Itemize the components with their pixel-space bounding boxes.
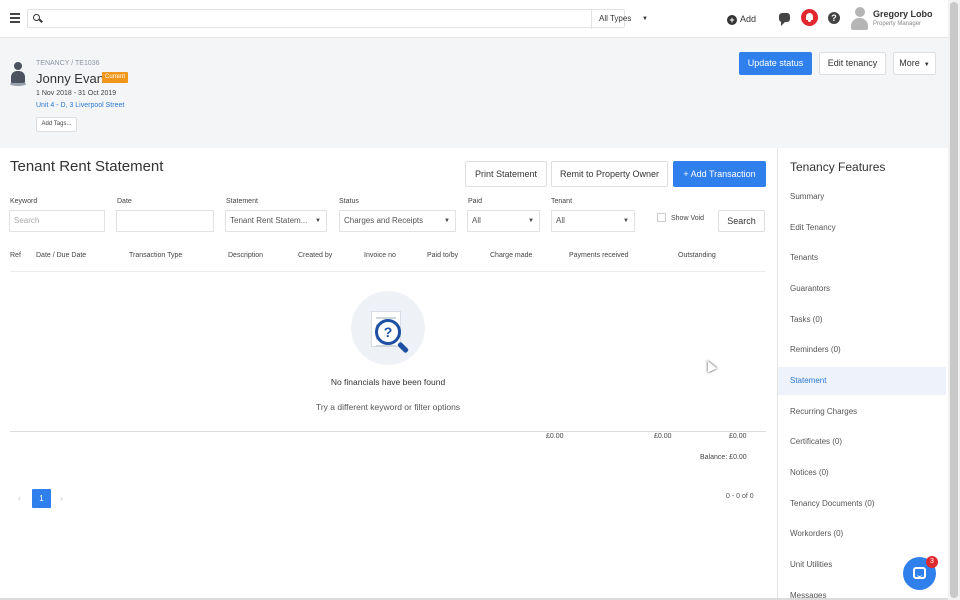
tenant-select-value: All: [556, 216, 565, 225]
search-button[interactable]: Search: [718, 210, 765, 232]
user-name[interactable]: Gregory Lobo: [873, 9, 933, 19]
pager-prev-button[interactable]: ‹: [18, 493, 21, 503]
balance: Balance: £0.00: [700, 454, 747, 461]
column-header[interactable]: Description: [228, 252, 263, 259]
chevron-down-icon: ▼: [315, 218, 321, 224]
property-address-link[interactable]: Unit 4 - D, 3 Liverpool Street: [36, 102, 124, 109]
total-outstanding: £0.00: [729, 433, 747, 440]
tenant-name: Jonny Evans: [36, 71, 111, 86]
top-bar: All Types ▼ + Add ? Gregory Lobo Property…: [0, 0, 948, 38]
status-label: Status: [339, 198, 359, 205]
help-icon[interactable]: ?: [828, 12, 840, 24]
sidebar-item-tenancy-documents[interactable]: Tenancy Documents (0): [778, 490, 946, 518]
add-tags-button[interactable]: Add Tags...: [36, 117, 77, 132]
tenant-label: Tenant: [551, 198, 573, 205]
sidebar-item-statement[interactable]: Statement: [778, 367, 946, 395]
show-void-label: Show Void: [671, 215, 705, 222]
avatar[interactable]: [851, 7, 868, 30]
date-label: Date: [117, 198, 132, 205]
tenancy-dates: 1 Nov 2018 - 31 Oct 2019: [36, 90, 117, 97]
checkbox-icon: [657, 213, 666, 222]
chevron-down-icon: ▼: [923, 62, 930, 68]
mouse-cursor: [703, 358, 717, 373]
paid-select[interactable]: All ▼: [467, 210, 540, 232]
column-header[interactable]: Ref: [10, 252, 21, 259]
total-charge-made: £0.00: [546, 433, 564, 440]
page-title: Tenant Rent Statement: [10, 158, 164, 175]
chevron-down-icon: ▼: [642, 16, 648, 22]
chevron-down-icon: ▼: [444, 218, 450, 224]
sidebar-item-recurring-charges[interactable]: Recurring Charges: [778, 398, 946, 426]
more-button-label: More: [899, 58, 920, 68]
divider: [10, 431, 766, 432]
add-button[interactable]: + Add: [727, 12, 756, 26]
keyword-input[interactable]: Search: [9, 210, 105, 232]
breadcrumb[interactable]: TENANCY / TE1036: [36, 60, 100, 67]
chevron-down-icon: ▼: [623, 218, 629, 224]
column-header[interactable]: Payments received: [569, 252, 629, 259]
sidebar-item-guarantors[interactable]: Guarantors: [778, 275, 946, 303]
remit-to-owner-button[interactable]: Remit to Property Owner: [551, 161, 668, 187]
sidebar-item-edit-tenancy[interactable]: Edit Tenancy: [778, 214, 946, 242]
sidebar-item-notices[interactable]: Notices (0): [778, 459, 946, 487]
sidebar-item-workorders[interactable]: Workorders (0): [778, 520, 946, 548]
menu-icon[interactable]: [10, 13, 20, 23]
empty-state-hint: Try a different keyword or filter option…: [315, 402, 461, 412]
pager-page-button[interactable]: 1: [32, 489, 51, 508]
column-header[interactable]: Created by: [298, 252, 332, 259]
sidebar-title: Tenancy Features: [790, 160, 886, 174]
scrollbar-thumb[interactable]: [950, 2, 958, 598]
chat-icon[interactable]: [779, 13, 790, 26]
bell-icon[interactable]: [801, 9, 818, 26]
pager-count: 0 - 0 of 0: [726, 493, 754, 500]
plus-icon: +: [727, 15, 737, 25]
type-select-value: All Types: [599, 14, 632, 23]
edit-tenancy-button[interactable]: Edit tenancy: [819, 52, 886, 75]
tenant-icon: [10, 62, 26, 86]
tenancy-features-sidebar: Tenancy Features Summary Edit Tenancy Te…: [777, 148, 946, 600]
paid-label: Paid: [468, 198, 483, 205]
column-header[interactable]: Charge made: [490, 252, 532, 259]
add-transaction-button[interactable]: + Add Transaction: [673, 161, 766, 187]
paid-select-value: All: [472, 216, 481, 225]
column-header[interactable]: Transaction Type: [129, 252, 182, 259]
pager-next-button[interactable]: ›: [60, 493, 63, 503]
document-search-icon: ?: [351, 291, 425, 365]
status-select-value: Charges and Receipts: [344, 216, 424, 225]
tenant-select[interactable]: All ▼: [551, 210, 635, 232]
update-status-button[interactable]: Update status: [739, 52, 812, 75]
statement-select-value: Tenant Rent Statem...: [230, 216, 308, 225]
sidebar-item-summary[interactable]: Summary: [778, 183, 946, 211]
total-payments-received: £0.00: [654, 433, 672, 440]
sidebar-item-tasks[interactable]: Tasks (0): [778, 306, 946, 334]
print-statement-button[interactable]: Print Statement: [465, 161, 547, 187]
add-button-label: Add: [740, 14, 757, 24]
column-header[interactable]: Outstanding: [678, 252, 716, 259]
show-void-checkbox[interactable]: Show Void: [657, 213, 704, 222]
type-select[interactable]: All Types ▼: [591, 10, 653, 29]
global-search-input[interactable]: All Types ▼: [27, 9, 648, 29]
chevron-down-icon: ▼: [528, 218, 534, 224]
status-badge: Current: [102, 72, 129, 83]
sidebar-item-certificates[interactable]: Certificates (0): [778, 428, 946, 456]
search-icon: [33, 14, 40, 21]
chat-launcher-icon: [913, 567, 926, 579]
column-header[interactable]: Paid to/by: [427, 252, 458, 259]
user-role: Property Manager: [873, 21, 922, 27]
empty-state-title: No financials have been found: [330, 377, 446, 387]
date-input[interactable]: [116, 210, 214, 232]
status-select[interactable]: Charges and Receipts ▼: [339, 210, 456, 232]
divider: [10, 271, 766, 272]
sidebar-item-reminders[interactable]: Reminders (0): [778, 336, 946, 364]
page-scrollbar[interactable]: [948, 0, 960, 600]
column-header[interactable]: Invoice no: [364, 252, 396, 259]
chat-unread-badge: 3: [926, 556, 938, 568]
column-header[interactable]: Date / Due Date: [36, 252, 86, 259]
statement-select[interactable]: Tenant Rent Statem... ▼: [225, 210, 327, 232]
sidebar-item-tenants[interactable]: Tenants: [778, 244, 946, 272]
more-button[interactable]: More ▼: [893, 52, 936, 75]
keyword-label: Keyword: [10, 198, 38, 205]
statement-label: Statement: [226, 198, 258, 205]
